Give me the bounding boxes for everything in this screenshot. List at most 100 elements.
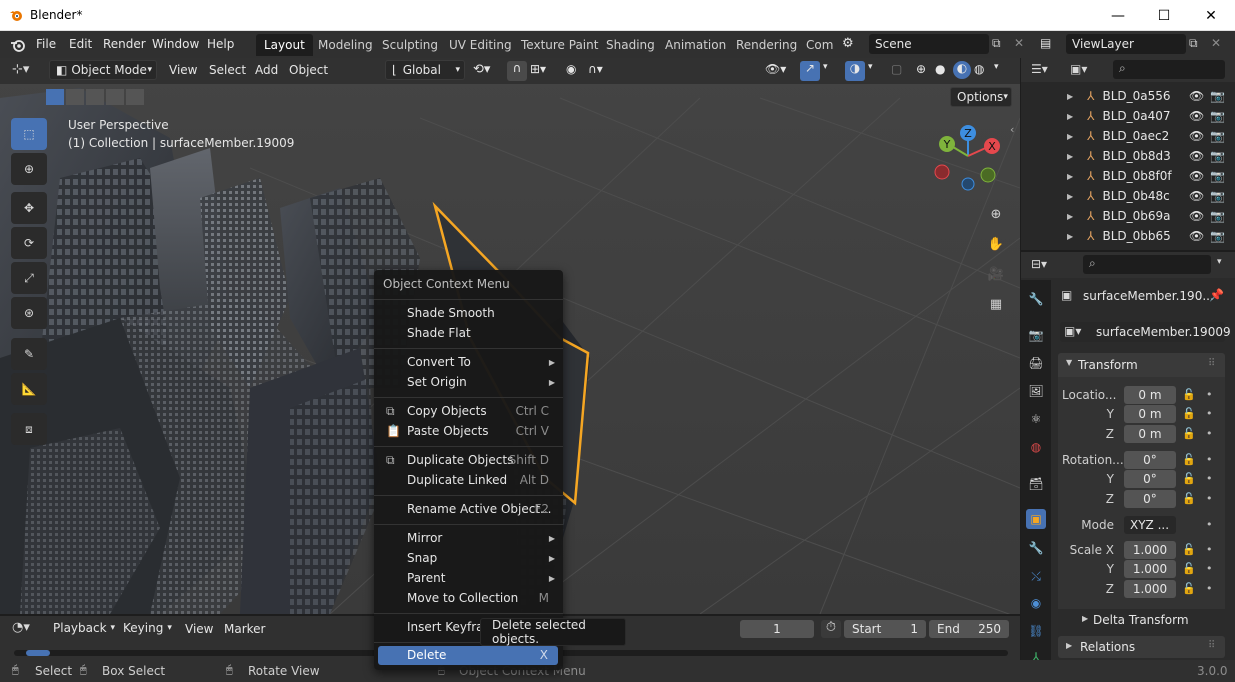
expand-arrow-icon[interactable]: ▶ [1067,232,1073,241]
gizmo-axis-neg-x[interactable] [934,164,950,180]
tab-rendering[interactable]: Rendering [728,34,805,56]
rotate-tool[interactable]: ⟳ [11,227,47,259]
rotation-z-field[interactable]: 0° [1124,490,1176,508]
lock-icon[interactable]: 🔓 [1182,492,1196,505]
menu-item-shade-smooth[interactable]: Shade Smooth [407,306,495,320]
proportional-edit-icon[interactable]: ◉ [566,62,576,76]
menu-item-move-to-collection[interactable]: Move to Collection [407,591,518,605]
tab-shading[interactable]: Shading [598,34,663,56]
lock-icon[interactable]: 🔓 [1182,453,1196,466]
chevron-down-icon[interactable]: ▾ [994,62,999,72]
snap-toggle-icon[interactable]: ∩ [507,61,527,81]
solid-shading-icon[interactable]: ● [935,62,945,76]
xray-toggle-icon[interactable]: ▢ [891,62,902,76]
falloff-icon[interactable]: ∩▾ [588,62,603,76]
tab-modeling[interactable]: Modeling [310,34,381,56]
delta-transform-subpanel[interactable]: ▶ Delta Transform [1066,611,1225,631]
current-frame-field[interactable]: 1 [740,620,814,638]
remove-viewlayer-icon[interactable]: ✕ [1211,36,1221,50]
tab-layout[interactable]: Layout [256,34,313,56]
keyframe-dot-icon[interactable]: • [1206,427,1213,440]
viewlayer-name-field[interactable]: ViewLayer [1066,34,1186,54]
scale-tool[interactable]: ⤢ [11,262,47,294]
collection-tab-icon[interactable]: 🗃 [1026,474,1046,494]
menu-help[interactable]: Help [207,37,234,51]
options-dropdown[interactable]: Options ▾ [950,87,1012,107]
expand-arrow-icon[interactable]: ▶ [1067,212,1073,221]
keyframe-dot-icon[interactable]: • [1206,582,1213,595]
list-item[interactable]: ▶ ⅄ BLD_0b48c 👁 📷 [1021,186,1235,206]
keyframe-dot-icon[interactable]: • [1206,453,1213,466]
location-y-field[interactable]: 0 m [1124,405,1176,423]
eye-icon[interactable]: 👁 [1189,149,1204,163]
material-shading-icon[interactable]: ◐ [953,61,971,79]
tool-tab-icon[interactable]: 🔧 [1026,289,1046,309]
move-tool[interactable]: ✥ [11,192,47,224]
ortho-toggle-button[interactable]: ▦ [984,292,1008,316]
constraints-tab-icon[interactable]: ⛓ [1026,621,1046,641]
stopwatch-icon[interactable]: ⏱ [821,620,841,638]
scale-y-field[interactable]: 1.000 [1124,560,1176,578]
start-frame-field[interactable]: Start 1 [844,620,926,638]
annotate-tool[interactable]: ✎ [11,338,47,370]
select-extend-icon[interactable] [66,89,84,105]
keyframe-dot-icon[interactable]: • [1206,492,1213,505]
list-item[interactable]: ▶ ⅄ BLD_0b69a 👁 📷 [1021,206,1235,226]
camera-view-button[interactable]: 🎥 [984,262,1008,286]
list-item[interactable]: ▶ ⅄ BLD_0a556 👁 📷 [1021,86,1235,106]
eye-icon[interactable]: 👁 [1189,109,1204,123]
particles-tab-icon[interactable]: ⤯ [1026,566,1046,586]
camera-render-icon[interactable]: 📷 [1210,169,1225,183]
playback-menu[interactable]: Playback ▾ [47,618,115,638]
blender-menu-icon[interactable] [10,37,26,53]
viewlayer-selector-icon[interactable]: ▤ [1040,36,1051,50]
rotation-x-field[interactable]: 0° [1124,451,1176,469]
select-intersect-icon[interactable] [126,89,144,105]
tab-texture-paint[interactable]: Texture Paint [513,34,606,56]
menu-item-mirror[interactable]: Mirror [407,531,442,545]
rendered-shading-icon[interactable]: ◍ [974,62,984,76]
viewport-menu-view[interactable]: View [169,63,197,77]
tab-uv-editing[interactable]: UV Editing [441,34,520,56]
outliner-search-input[interactable]: ⌕ [1113,60,1225,79]
lock-icon[interactable]: 🔓 [1182,407,1196,420]
menu-item-delete[interactable]: Delete X [378,646,558,665]
scale-x-field[interactable]: 1.000 [1124,541,1176,559]
viewport-menu-select[interactable]: Select [209,63,246,77]
modifier-tab-icon[interactable]: 🔧 [1026,538,1046,558]
transform-panel-header[interactable]: ▼ Transform ⠿ [1058,353,1225,377]
select-box-tool[interactable]: ⬚ [11,118,47,150]
eye-icon[interactable]: 👁 [1189,209,1204,223]
close-window-button[interactable]: ✕ [1188,0,1234,31]
menu-item-paste-objects[interactable]: Paste Objects [407,424,489,438]
list-item[interactable]: ▶ ⅄ BLD_0b8f0f 👁 📷 [1021,166,1235,186]
menu-edit[interactable]: Edit [69,37,92,51]
transform-tool[interactable]: ⊛ [11,297,47,329]
add-cube-tool[interactable]: ⧈ [11,413,47,445]
eye-icon[interactable]: 👁 [1189,89,1204,103]
pan-view-button[interactable]: ✋ [984,232,1008,256]
list-item[interactable]: ▶ ⅄ BLD_0bb65 👁 📷 [1021,226,1235,246]
physics-tab-icon[interactable]: ◉ [1026,593,1046,613]
expand-arrow-icon[interactable]: ▶ [1067,172,1073,181]
outliner-editor-icon[interactable]: ☰▾ [1031,62,1048,76]
pivot-point-icon[interactable]: ⟲▾ [473,62,490,77]
relations-panel-header[interactable]: ▶ Relations ⠿ [1058,636,1225,658]
camera-render-icon[interactable]: 📷 [1210,129,1225,143]
rotation-y-field[interactable]: 0° [1124,470,1176,488]
expand-arrow-icon[interactable]: ▶ [1067,112,1073,121]
menu-item-shade-flat[interactable]: Shade Flat [407,326,471,340]
view-layer-tab-icon[interactable]: 🖼 [1026,381,1046,401]
select-subtract-icon[interactable] [86,89,104,105]
menu-item-copy-objects[interactable]: Copy Objects [407,404,487,418]
lock-icon[interactable]: 🔓 [1182,543,1196,556]
visibility-icon[interactable]: 👁▾ [765,62,786,76]
menu-item-snap[interactable]: Snap [407,551,437,565]
lock-icon[interactable]: 🔓 [1182,582,1196,595]
expand-arrow-icon[interactable]: ▶ [1067,192,1073,201]
menu-item-set-origin[interactable]: Set Origin [407,375,467,389]
properties-search-input[interactable]: ⌕ [1083,255,1211,274]
select-new-icon[interactable] [46,89,64,105]
gizmo-axis-neg-z[interactable] [961,177,975,191]
list-item[interactable]: ▶ ⅄ BLD_0a407 👁 📷 [1021,106,1235,126]
